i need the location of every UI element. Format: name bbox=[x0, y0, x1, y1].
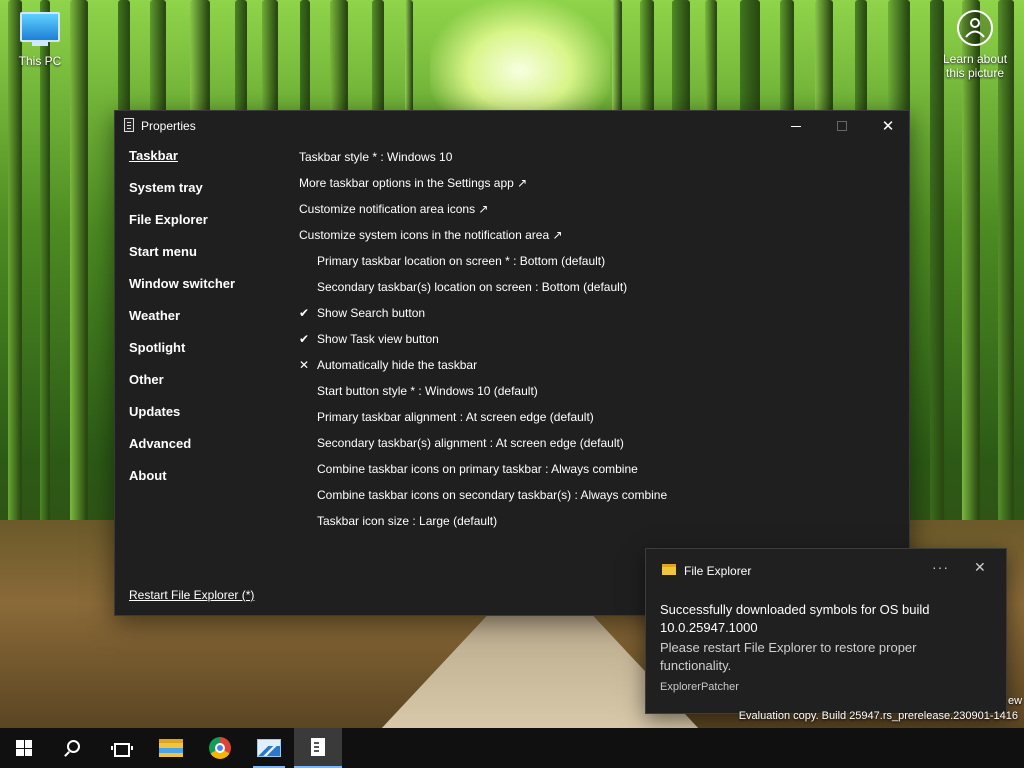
start-button[interactable] bbox=[0, 728, 48, 768]
camera-icon bbox=[965, 18, 985, 38]
setting-row[interactable]: Customize system icons in the notificati… bbox=[299, 222, 889, 248]
toast-source: ExplorerPatcher bbox=[660, 681, 739, 693]
nav-item-advanced[interactable]: Advanced bbox=[129, 435, 279, 467]
setting-label: Customize notification area icons ↗ bbox=[299, 202, 489, 216]
setting-row[interactable]: Start button style * : Windows 10 (defau… bbox=[299, 378, 889, 404]
setting-row[interactable]: Secondary taskbar(s) alignment : At scre… bbox=[299, 430, 889, 456]
taskbar-properties[interactable] bbox=[294, 728, 342, 768]
cross-icon: ✕ bbox=[299, 358, 310, 372]
setting-label: Show Task view button bbox=[317, 332, 439, 346]
setting-row[interactable]: Customize notification area icons ↗ bbox=[299, 196, 889, 222]
minimize-icon bbox=[791, 125, 801, 127]
monitor-stand bbox=[32, 42, 48, 46]
this-pc-icon bbox=[20, 12, 60, 42]
taskbar-chrome[interactable] bbox=[196, 728, 244, 768]
search-button[interactable] bbox=[48, 728, 96, 768]
window-title: Properties bbox=[141, 119, 196, 133]
setting-label: Start button style * : Windows 10 (defau… bbox=[317, 384, 538, 398]
desktop-icon-label: Learn about this picture bbox=[942, 52, 1008, 80]
setting-row[interactable]: Combine taskbar icons on primary taskbar… bbox=[299, 456, 889, 482]
nav-item-updates[interactable]: Updates bbox=[129, 403, 279, 435]
nav-item-taskbar[interactable]: Taskbar bbox=[129, 147, 279, 179]
nav-item-about[interactable]: About bbox=[129, 467, 279, 499]
nav-item-file-explorer[interactable]: File Explorer bbox=[129, 211, 279, 243]
properties-window: Properties ✕ Taskbar System tray File Ex… bbox=[114, 110, 910, 616]
setting-label: Secondary taskbar(s) location on screen … bbox=[317, 280, 628, 294]
minimize-button[interactable] bbox=[773, 111, 819, 141]
nav-item-system-tray[interactable]: System tray bbox=[129, 179, 279, 211]
title-bar[interactable]: Properties ✕ bbox=[115, 111, 909, 141]
toast-body: Please restart File Explorer to restore … bbox=[660, 640, 917, 673]
close-icon: ✕ bbox=[881, 118, 895, 135]
chrome-icon bbox=[209, 737, 231, 759]
setting-label: Show Search button bbox=[317, 306, 426, 320]
task-view-icon bbox=[111, 741, 133, 757]
taskbar-performance-monitor[interactable] bbox=[245, 728, 293, 768]
setting-row[interactable]: Primary taskbar alignment : At screen ed… bbox=[299, 404, 889, 430]
evaluation-watermark: Evaluation copy. Build 25947.rs_prerelea… bbox=[738, 710, 1018, 722]
nav-item-window-switcher[interactable]: Window switcher bbox=[129, 275, 279, 307]
watermark-fragment: ew bbox=[1008, 695, 1023, 707]
nav-item-other[interactable]: Other bbox=[129, 371, 279, 403]
settings-list: Taskbar style * : Windows 10 More taskbar… bbox=[299, 144, 889, 534]
toast-close-button[interactable]: ✕ bbox=[974, 559, 986, 576]
nav-item-start-menu[interactable]: Start menu bbox=[129, 243, 279, 275]
performance-monitor-icon bbox=[257, 739, 281, 757]
maximize-icon bbox=[837, 121, 847, 131]
setting-label: Primary taskbar alignment : At screen ed… bbox=[317, 410, 594, 424]
close-button[interactable]: ✕ bbox=[865, 111, 911, 141]
desktop-icon-label: This PC bbox=[18, 54, 62, 68]
taskbar bbox=[0, 728, 1024, 768]
nav-item-weather[interactable]: Weather bbox=[129, 307, 279, 339]
file-explorer-icon bbox=[159, 739, 183, 757]
toast-app-name: File Explorer bbox=[684, 564, 752, 578]
taskbar-file-explorer[interactable] bbox=[147, 728, 195, 768]
desktop-icon-this-pc[interactable]: This PC bbox=[10, 10, 70, 68]
setting-label: Automatically hide the taskbar bbox=[317, 358, 478, 372]
more-options-button[interactable]: ··· bbox=[932, 559, 949, 575]
setting-label: Taskbar style * : Windows 10 bbox=[299, 150, 453, 164]
toast-headline: Successfully downloaded symbols for OS b… bbox=[660, 602, 930, 635]
sidebar-nav: Taskbar System tray File Explorer Start … bbox=[129, 147, 279, 499]
folder-icon bbox=[662, 564, 676, 575]
task-view-button[interactable] bbox=[96, 728, 144, 768]
setting-row[interactable]: Taskbar style * : Windows 10 bbox=[299, 144, 889, 170]
properties-icon bbox=[311, 738, 325, 756]
setting-row[interactable]: More taskbar options in the Settings app… bbox=[299, 170, 889, 196]
setting-row[interactable]: ✔ Show Task view button bbox=[299, 326, 889, 352]
setting-label: Primary taskbar location on screen * : B… bbox=[317, 254, 606, 268]
maximize-button[interactable] bbox=[819, 111, 865, 141]
setting-row[interactable]: Combine taskbar icons on secondary taskb… bbox=[299, 482, 889, 508]
desktop-icon-learn-about-picture[interactable]: Learn about this picture bbox=[934, 10, 1016, 80]
setting-row[interactable]: Secondary taskbar(s) location on screen … bbox=[299, 274, 889, 300]
setting-row[interactable]: ✕ Automatically hide the taskbar bbox=[299, 352, 889, 378]
checkmark-icon: ✔ bbox=[299, 332, 310, 346]
notification-toast[interactable]: File Explorer ··· ✕ Successfully downloa… bbox=[645, 548, 1007, 714]
restart-file-explorer-link[interactable]: Restart File Explorer (*) bbox=[129, 588, 254, 602]
setting-label: Combine taskbar icons on primary taskbar… bbox=[317, 462, 638, 476]
learn-about-picture-icon bbox=[957, 10, 993, 46]
setting-row[interactable]: Taskbar icon size : Large (default) bbox=[299, 508, 889, 534]
search-icon bbox=[66, 739, 80, 753]
properties-app-icon bbox=[124, 118, 134, 132]
setting-label: Taskbar icon size : Large (default) bbox=[317, 514, 498, 528]
checkmark-icon: ✔ bbox=[299, 306, 310, 320]
setting-label: Combine taskbar icons on secondary taskb… bbox=[317, 488, 668, 502]
setting-row[interactable]: ✔ Show Search button bbox=[299, 300, 889, 326]
nav-item-spotlight[interactable]: Spotlight bbox=[129, 339, 279, 371]
setting-row[interactable]: Primary taskbar location on screen * : B… bbox=[299, 248, 889, 274]
windows-logo-icon bbox=[16, 740, 32, 756]
setting-label: Secondary taskbar(s) alignment : At scre… bbox=[317, 436, 624, 450]
setting-label: More taskbar options in the Settings app… bbox=[299, 176, 528, 190]
setting-label: Customize system icons in the notificati… bbox=[299, 228, 563, 242]
